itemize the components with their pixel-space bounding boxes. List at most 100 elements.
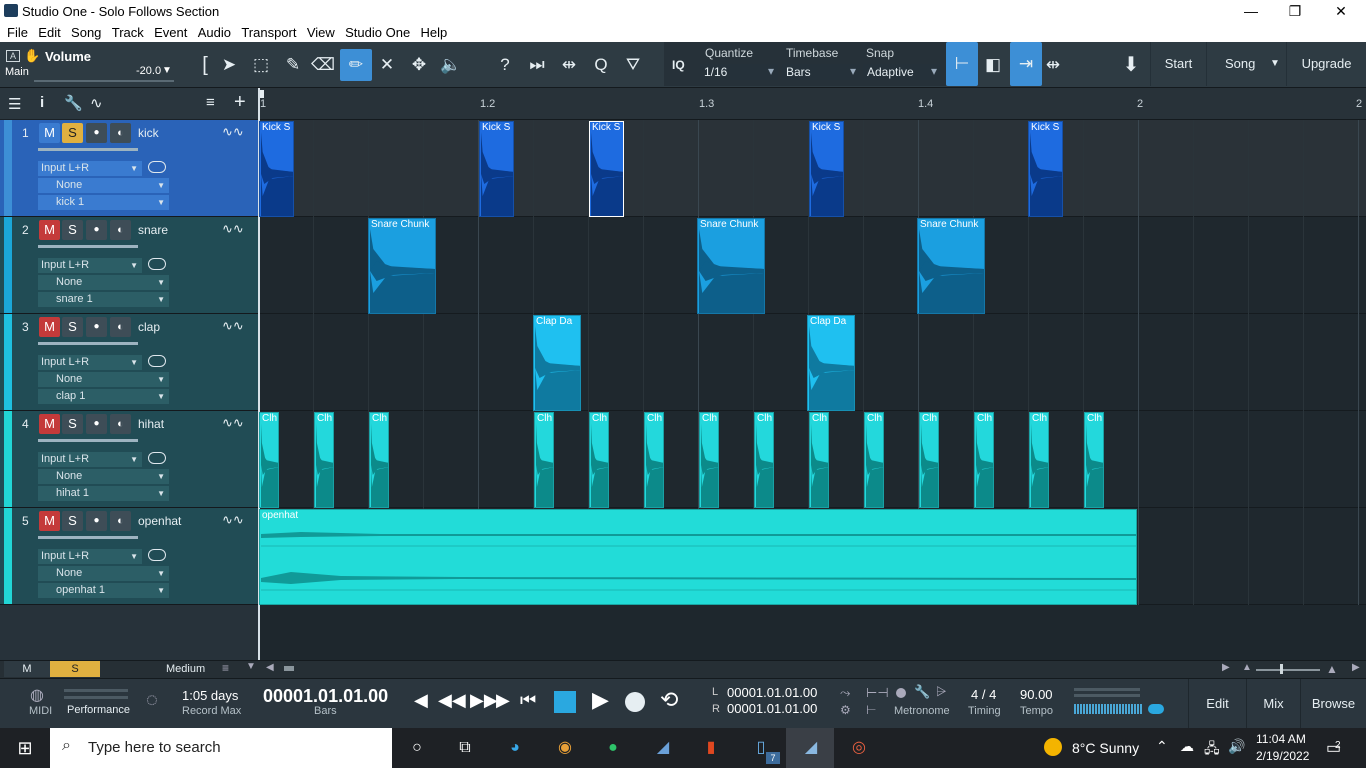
input-select[interactable]: Input L+R ▼ [38,355,142,370]
audio-clip-snare[interactable]: Snare Chunk [917,218,985,314]
cortana-icon[interactable]: ○ [404,736,430,760]
input-monitor-toggle[interactable] [148,161,166,173]
weather-text[interactable]: 8°C Sunny [1072,740,1139,756]
track-height-select[interactable]: Medium [166,663,205,675]
input-monitor-toggle[interactable] [148,452,166,464]
input-select[interactable]: Input L+R ▼ [38,549,142,564]
timebase-select[interactable]: Bars [782,64,860,80]
download-icon[interactable]: ⬇ [1118,52,1144,78]
list-icon[interactable]: ≡ [206,94,215,111]
record-arm-button[interactable]: ● [86,220,107,240]
mute-button[interactable]: M [39,220,60,240]
task-view-icon[interactable]: ⧉ [452,736,478,760]
monitor-button[interactable]: ◐ [110,220,131,240]
input-monitor-toggle[interactable] [148,258,166,270]
clock-date[interactable]: 2/19/2022 [1256,749,1309,763]
volume-fader[interactable] [38,342,138,345]
listen-tool-icon[interactable]: 🔈 [438,52,464,78]
stop-button[interactable] [554,691,576,713]
solo-button[interactable]: S [62,317,83,337]
record-arm-button[interactable]: ● [86,123,107,143]
network-icon[interactable]: 🖧 [1204,738,1220,762]
volume-fader[interactable] [38,536,138,539]
minimize-button[interactable]: — [1228,0,1274,22]
audio-clip-kick[interactable]: Kick S [259,121,294,217]
audio-clip-hihat[interactable]: Clh [974,412,994,508]
input-monitor-toggle[interactable] [148,355,166,367]
output-select[interactable]: None ▼ [38,566,169,581]
audio-clip-hihat[interactable]: Clh [589,412,609,508]
audio-clip-hihat[interactable]: Clh [864,412,884,508]
tempo-value[interactable]: 90.00 [1020,687,1053,702]
audio-clip-openhat[interactable]: openhat [259,509,1137,605]
menu-studio-one[interactable]: Studio One [338,22,410,40]
maximize-button[interactable]: ❐ [1272,0,1318,22]
audio-clip-hihat[interactable]: Clh [1084,412,1104,508]
wrench-icon[interactable]: 🔧 [64,94,83,112]
volume-value[interactable]: -20.0 [136,65,161,77]
record-arm-button[interactable]: ● [86,414,107,434]
start-button[interactable]: Start [1150,42,1206,86]
audio-clip-clap[interactable]: Clap Da [807,315,855,411]
audio-clip-kick[interactable]: Kick S [589,121,624,217]
solo-button[interactable]: S [62,220,83,240]
audio-clip-kick[interactable]: Kick S [809,121,844,217]
snap-grid-icon[interactable]: ⊢ [946,42,978,86]
track-color-strip[interactable] [4,508,12,604]
volume-slider[interactable] [34,80,174,82]
track-color-strip[interactable] [4,120,12,216]
office-icon[interactable]: ▮ [698,736,724,760]
snap-events-icon[interactable]: ◧ [980,52,1006,78]
scrollbar-thumb[interactable] [284,666,294,671]
range-tool-icon[interactable]: ⬚ [248,52,274,78]
snap-cursor-icon[interactable]: ⇹ [1040,52,1066,78]
windows-start-icon[interactable]: ⊞ [12,736,38,760]
help-icon[interactable]: ? [492,52,518,78]
record-arm-button[interactable]: ● [86,511,107,531]
track-color-strip[interactable] [4,217,12,313]
waveform-icon[interactable]: ∿∿ [222,415,244,431]
menu-audio[interactable]: Audio [191,22,231,40]
timeline-ruler[interactable]: 1 1.2 1.3 1.4 2 2 [258,88,1366,120]
mix-view-button[interactable]: Mix [1246,679,1300,729]
performance-label[interactable]: Performance [67,704,130,716]
output-toggle[interactable] [1148,704,1164,714]
track-color-strip[interactable] [4,314,12,410]
solo-button[interactable]: S [62,414,83,434]
audio-clip-hihat[interactable]: Clh [369,412,389,508]
audio-clip-hihat[interactable]: Clh [699,412,719,508]
menu-view[interactable]: View [300,22,335,40]
waveform-icon[interactable]: ∿∿ [222,512,244,528]
close-button[interactable]: ✕ [1318,0,1364,22]
instrument-select[interactable]: kick 1 ▼ [38,195,169,210]
settings-icon[interactable]: ⚙ [840,703,851,717]
record-button[interactable] [625,692,645,712]
loop-left-time[interactable]: 00001.01.01.00 [727,685,817,700]
zoom-fit-icon[interactable]: ▶ [1352,662,1360,673]
volume-fader[interactable] [38,439,138,442]
track-name[interactable]: kick [138,126,159,140]
groove-icon[interactable]: ⛛ [620,52,646,78]
click-icon[interactable] [896,688,906,698]
automation-icon[interactable]: A [6,50,20,62]
studio-one-taskbar-icon[interactable]: ◢ [650,736,676,760]
play-button[interactable]: ▶ [592,687,609,713]
audio-clip-hihat[interactable]: Clh [809,412,829,508]
audio-clip-snare[interactable]: Snare Chunk [697,218,765,314]
menu-help[interactable]: Help [414,22,448,40]
hand-icon[interactable]: ✋ [24,48,40,64]
loop-right-time[interactable]: 00001.01.01.00 [727,701,817,716]
primary-time-display[interactable]: 00001.01.01.00 [263,686,388,707]
instrument-select[interactable]: hihat 1 ▼ [38,486,169,501]
menu-icon[interactable]: ☰ [8,95,21,113]
quantize-select[interactable]: 1/16 [700,64,778,80]
return-to-zero-icon[interactable]: ⏮ [520,690,536,711]
menu-edit[interactable]: Edit [31,22,60,40]
upgrade-button[interactable]: Upgrade [1286,42,1366,86]
mute-button[interactable]: M [39,414,60,434]
instrument-select[interactable]: openhat 1 ▼ [38,583,169,598]
menu-event[interactable]: Event [147,22,187,40]
mute-tool-icon[interactable]: ✕ [374,52,400,78]
app-circle-icon[interactable]: ◎ [846,736,872,760]
loop-button[interactable]: ⟲ [660,687,678,713]
